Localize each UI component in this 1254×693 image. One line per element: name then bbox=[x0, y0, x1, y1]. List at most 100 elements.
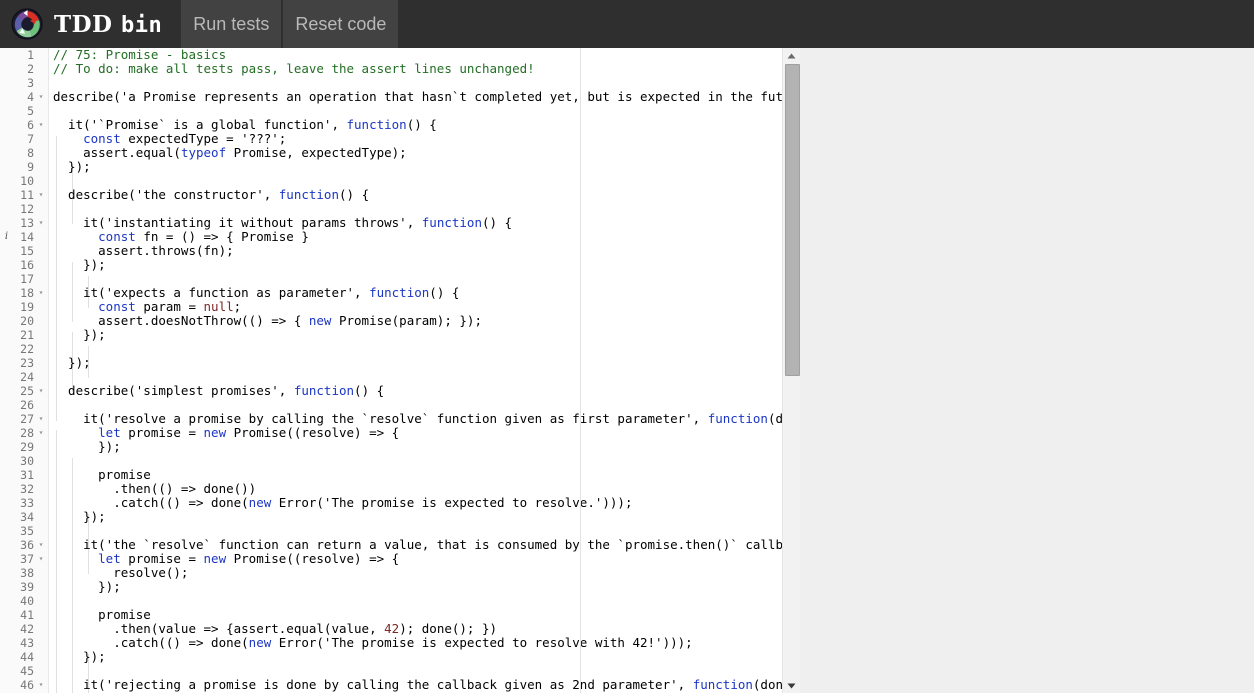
gutter-line-40[interactable]: 40 bbox=[0, 594, 48, 608]
scroll-up-button[interactable] bbox=[783, 48, 800, 63]
gutter-line-18[interactable]: 18 ▾ bbox=[0, 286, 48, 300]
vertical-scrollbar[interactable] bbox=[782, 48, 800, 693]
gutter-line-7[interactable]: 7 bbox=[0, 132, 48, 146]
reset-code-button[interactable]: Reset code bbox=[282, 0, 400, 48]
fold-toggle-icon[interactable]: ▾ bbox=[36, 678, 46, 692]
code-line-9[interactable]: }); bbox=[53, 160, 800, 174]
code-line-45[interactable] bbox=[53, 664, 800, 678]
fold-toggle-icon[interactable]: ▾ bbox=[36, 412, 46, 426]
fold-toggle-icon[interactable]: ▾ bbox=[36, 90, 46, 104]
code-line-5[interactable] bbox=[53, 104, 800, 118]
code-line-1[interactable]: // 75: Promise - basics bbox=[53, 48, 800, 62]
code-line-39[interactable]: }); bbox=[53, 580, 800, 594]
code-line-36[interactable]: it('the `resolve` function can return a … bbox=[53, 538, 800, 552]
code-line-20[interactable]: assert.doesNotThrow(() => { new Promise(… bbox=[53, 314, 800, 328]
fold-toggle-icon[interactable]: ▾ bbox=[36, 188, 46, 202]
gutter-line-25[interactable]: 25 ▾ bbox=[0, 384, 48, 398]
code-line-8[interactable]: assert.equal(typeof Promise, expectedTyp… bbox=[53, 146, 800, 160]
gutter-line-11[interactable]: 11 ▾ bbox=[0, 188, 48, 202]
code-line-41[interactable]: promise bbox=[53, 608, 800, 622]
gutter-line-39[interactable]: 39 bbox=[0, 580, 48, 594]
gutter-line-30[interactable]: 30 bbox=[0, 454, 48, 468]
gutter-line-27[interactable]: 27 ▾ bbox=[0, 412, 48, 426]
code-line-30[interactable] bbox=[53, 454, 800, 468]
code-line-46[interactable]: it('rejecting a promise is done by calli… bbox=[53, 678, 800, 692]
code-content[interactable]: // 75: Promise - basics// To do: make al… bbox=[49, 48, 800, 693]
code-line-11[interactable]: describe('the constructor', function() { bbox=[53, 188, 800, 202]
code-line-19[interactable]: const param = null; bbox=[53, 300, 800, 314]
fold-toggle-icon[interactable]: ▾ bbox=[36, 286, 46, 300]
code-line-21[interactable]: }); bbox=[53, 328, 800, 342]
code-line-34[interactable]: }); bbox=[53, 510, 800, 524]
code-line-27[interactable]: it('resolve a promise by calling the `re… bbox=[53, 412, 800, 426]
code-line-16[interactable]: }); bbox=[53, 258, 800, 272]
code-line-42[interactable]: .then(value => {assert.equal(value, 42);… bbox=[53, 622, 800, 636]
gutter-line-9[interactable]: 9 bbox=[0, 160, 48, 174]
fold-toggle-icon[interactable]: ▾ bbox=[36, 426, 46, 440]
code-line-32[interactable]: .then(() => done()) bbox=[53, 482, 800, 496]
gutter-line-19[interactable]: 19 bbox=[0, 300, 48, 314]
code-line-18[interactable]: it('expects a function as parameter', fu… bbox=[53, 286, 800, 300]
gutter-line-26[interactable]: 26 bbox=[0, 398, 48, 412]
gutter-line-14[interactable]: i 14 bbox=[0, 230, 48, 244]
code-line-14[interactable]: const fn = () => { Promise } bbox=[53, 230, 800, 244]
fold-toggle-icon[interactable]: ▾ bbox=[36, 538, 46, 552]
gutter-line-1[interactable]: 1 bbox=[0, 48, 48, 62]
gutter-line-35[interactable]: 35 bbox=[0, 524, 48, 538]
code-line-44[interactable]: }); bbox=[53, 650, 800, 664]
code-line-23[interactable]: }); bbox=[53, 356, 800, 370]
code-line-24[interactable] bbox=[53, 370, 800, 384]
gutter-line-17[interactable]: 17 bbox=[0, 272, 48, 286]
line-number-gutter[interactable]: 1 2 3 4 ▾ 5 6 ▾ 7 8 9 10 11 ▾ 12 13 ▾ i 14 15 16 17 18 ▾ 19 20 21 2… bbox=[0, 48, 48, 693]
gutter-line-34[interactable]: 34 bbox=[0, 510, 48, 524]
code-line-43[interactable]: .catch(() => done(new Error('The promise… bbox=[53, 636, 800, 650]
code-line-33[interactable]: .catch(() => done(new Error('The promise… bbox=[53, 496, 800, 510]
code-line-37[interactable]: let promise = new Promise((resolve) => { bbox=[53, 552, 800, 566]
gutter-line-24[interactable]: 24 bbox=[0, 370, 48, 384]
gutter-line-13[interactable]: 13 ▾ bbox=[0, 216, 48, 230]
scroll-down-button[interactable] bbox=[783, 678, 800, 693]
code-line-28[interactable]: let promise = new Promise((resolve) => { bbox=[53, 426, 800, 440]
fold-toggle-icon[interactable]: ▾ bbox=[36, 216, 46, 230]
code-line-7[interactable]: const expectedType = '???'; bbox=[53, 132, 800, 146]
gutter-line-28[interactable]: 28 ▾ bbox=[0, 426, 48, 440]
code-line-31[interactable]: promise bbox=[53, 468, 800, 482]
code-line-4[interactable]: describe('a Promise represents an operat… bbox=[53, 90, 800, 104]
gutter-line-15[interactable]: 15 bbox=[0, 244, 48, 258]
gutter-line-6[interactable]: 6 ▾ bbox=[0, 118, 48, 132]
code-line-15[interactable]: assert.throws(fn); bbox=[53, 244, 800, 258]
code-line-40[interactable] bbox=[53, 594, 800, 608]
fold-toggle-icon[interactable]: ▾ bbox=[36, 118, 46, 132]
gutter-line-44[interactable]: 44 bbox=[0, 650, 48, 664]
run-tests-button[interactable]: Run tests bbox=[180, 0, 283, 48]
gutter-line-36[interactable]: 36 ▾ bbox=[0, 538, 48, 552]
fold-toggle-icon[interactable]: ▾ bbox=[36, 384, 46, 398]
gutter-line-32[interactable]: 32 bbox=[0, 482, 48, 496]
code-line-3[interactable] bbox=[53, 76, 800, 90]
code-line-25[interactable]: describe('simplest promises', function()… bbox=[53, 384, 800, 398]
gutter-line-21[interactable]: 21 bbox=[0, 328, 48, 342]
gutter-line-43[interactable]: 43 bbox=[0, 636, 48, 650]
gutter-line-41[interactable]: 41 bbox=[0, 608, 48, 622]
gutter-line-29[interactable]: 29 bbox=[0, 440, 48, 454]
code-editor[interactable]: // 75: Promise - basics// To do: make al… bbox=[0, 48, 800, 693]
fold-toggle-icon[interactable]: ▾ bbox=[36, 552, 46, 566]
gutter-line-38[interactable]: 38 bbox=[0, 566, 48, 580]
gutter-line-4[interactable]: 4 ▾ bbox=[0, 90, 48, 104]
code-line-26[interactable] bbox=[53, 398, 800, 412]
code-line-17[interactable] bbox=[53, 272, 800, 286]
gutter-line-10[interactable]: 10 bbox=[0, 174, 48, 188]
code-line-22[interactable] bbox=[53, 342, 800, 356]
gutter-line-45[interactable]: 45 bbox=[0, 664, 48, 678]
gutter-line-23[interactable]: 23 bbox=[0, 356, 48, 370]
gutter-line-31[interactable]: 31 bbox=[0, 468, 48, 482]
gutter-line-33[interactable]: 33 bbox=[0, 496, 48, 510]
gutter-line-8[interactable]: 8 bbox=[0, 146, 48, 160]
gutter-line-37[interactable]: 37 ▾ bbox=[0, 552, 48, 566]
code-line-12[interactable] bbox=[53, 202, 800, 216]
gutter-line-16[interactable]: 16 bbox=[0, 258, 48, 272]
gutter-line-12[interactable]: 12 bbox=[0, 202, 48, 216]
code-line-13[interactable]: it('instantiating it without params thro… bbox=[53, 216, 800, 230]
gutter-line-20[interactable]: 20 bbox=[0, 314, 48, 328]
code-line-35[interactable] bbox=[53, 524, 800, 538]
